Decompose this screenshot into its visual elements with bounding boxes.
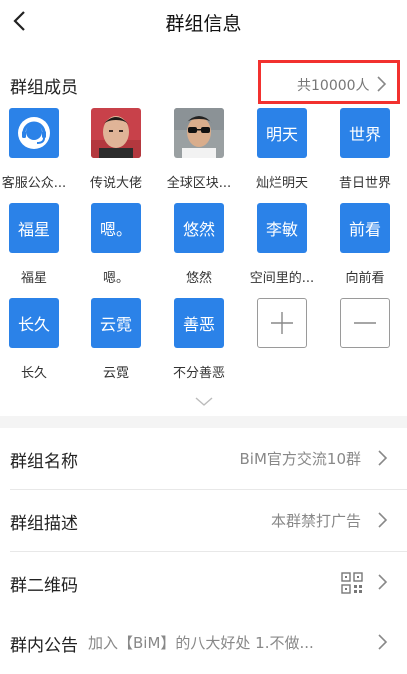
member-name: 不分善恶	[172, 366, 225, 381]
member-name: 长久	[20, 366, 47, 381]
member-name: 向前看	[345, 271, 385, 286]
minus-icon	[354, 322, 376, 324]
member-name: 灿烂明天	[255, 176, 308, 191]
member-tile: 福星	[9, 203, 59, 253]
remove-member-tile	[340, 298, 390, 348]
group-description-label: 群组描述	[10, 514, 78, 534]
add-member-tile	[257, 298, 307, 348]
member-tile: 长久	[9, 298, 59, 348]
chevron-right-icon	[377, 76, 387, 92]
member-name: 云霓	[102, 366, 129, 381]
chevron-right-icon	[378, 450, 388, 466]
group-description-value: 本群禁打广告	[270, 512, 361, 530]
group-qr-row[interactable]: 群二维码	[0, 552, 407, 614]
chevron-right-icon	[378, 634, 388, 650]
chevron-down-icon[interactable]	[194, 396, 214, 408]
plus-icon	[271, 312, 293, 334]
member-count: 共10000人	[297, 78, 370, 94]
section-divider	[0, 416, 407, 428]
member-name: 悠然	[185, 271, 212, 286]
customer-service-icon	[18, 117, 50, 149]
member-name: 福星	[20, 271, 47, 286]
group-notice-value: 加入【BiM】的八大好处 1.不做...	[88, 634, 314, 652]
page-title: 群组信息	[165, 13, 242, 35]
member-photo-avatar	[91, 108, 141, 158]
member-name: 传说大佬	[89, 176, 142, 191]
member-name: 空间里的...	[249, 271, 315, 286]
member-tile: 善恶	[174, 298, 224, 348]
member-name: 昔日世界	[338, 176, 391, 191]
member-count-link[interactable]: 共10000人	[258, 60, 400, 104]
member-photo-avatar	[174, 108, 224, 158]
group-description-row[interactable]: 群组描述 本群禁打广告	[0, 490, 407, 552]
member-tile: 嗯。	[91, 203, 141, 253]
member-tile: 世界	[340, 108, 390, 158]
qr-code-icon	[341, 572, 363, 594]
group-name-row[interactable]: 群组名称 BiM官方交流10群	[0, 428, 407, 490]
member-name: 嗯。	[102, 271, 129, 286]
group-notice-label: 群内公告	[10, 636, 78, 656]
members-header: 群组成员 共10000人	[0, 60, 407, 110]
member-name: 客服公众...	[1, 176, 67, 191]
member-tile: 李敏	[257, 203, 307, 253]
member-tile: 云霓	[91, 298, 141, 348]
chevron-right-icon	[378, 574, 388, 590]
members-section-label: 群组成员	[10, 78, 78, 98]
member-name: 全球区块...	[166, 176, 232, 191]
service-avatar	[9, 108, 59, 158]
group-notice-row[interactable]: 群内公告 加入【BiM】的八大好处 1.不做...	[0, 612, 407, 674]
member-tile: 明天	[257, 108, 307, 158]
member-tile: 前看	[340, 203, 390, 253]
group-name-label: 群组名称	[10, 452, 78, 472]
chevron-right-icon	[378, 512, 388, 528]
group-qr-label: 群二维码	[10, 576, 78, 596]
member-tile: 悠然	[174, 203, 224, 253]
group-name-value: BiM官方交流10群	[239, 450, 362, 468]
nav-bar: 群组信息	[0, 0, 407, 44]
